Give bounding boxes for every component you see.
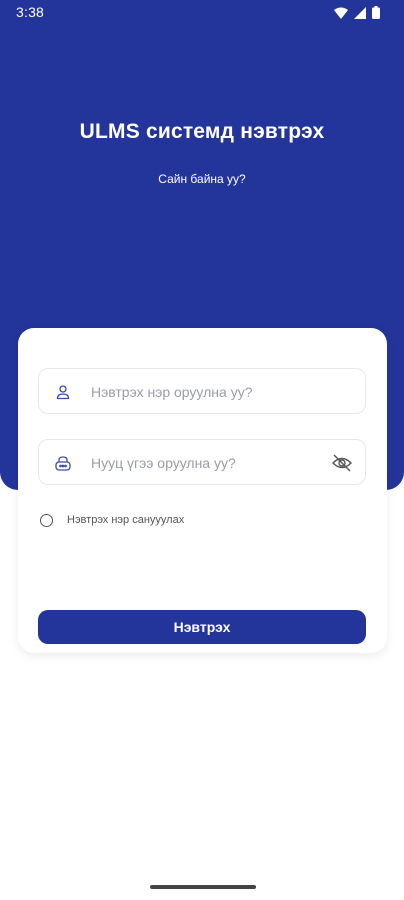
cellular-icon [354, 6, 366, 22]
lock-icon [53, 453, 73, 473]
page-subtitle: Сайн байна уу? [158, 172, 246, 186]
status-time: 3:38 [16, 4, 45, 20]
eye-off-icon[interactable] [331, 452, 353, 474]
password-field[interactable] [38, 439, 366, 485]
login-card: Нэвтрэх нэр санууулах Нэвтрэх [18, 328, 387, 653]
user-icon [53, 382, 73, 402]
page-title: ULMS системд нэвтрэх [79, 120, 325, 143]
home-indicator[interactable] [150, 885, 256, 889]
status-icons [334, 6, 380, 22]
remember-me[interactable]: Нэвтрэх нэр санууулах [38, 510, 184, 530]
password-input[interactable] [89, 450, 333, 476]
login-button[interactable]: Нэвтрэх [38, 610, 366, 644]
login-screen: 3:38 ULMS системд нэвтрэх Сайн байна уу? [0, 0, 404, 900]
status-bar: 3:38 [0, 0, 404, 24]
remember-me-radio[interactable] [40, 513, 53, 527]
username-input[interactable] [89, 379, 333, 405]
battery-icon [372, 6, 380, 22]
wifi-icon [334, 6, 348, 22]
remember-me-label: Нэвтрэх нэр санууулах [67, 514, 185, 526]
username-field[interactable] [38, 368, 366, 414]
